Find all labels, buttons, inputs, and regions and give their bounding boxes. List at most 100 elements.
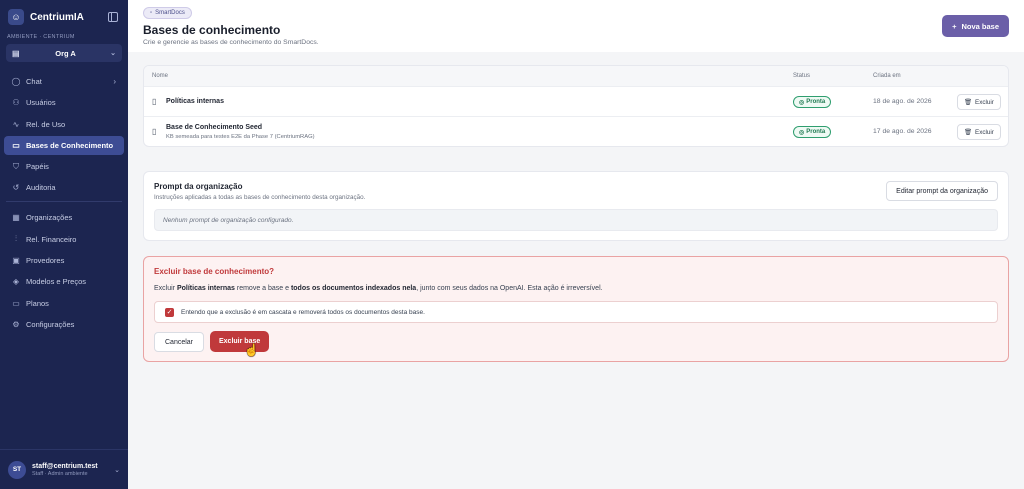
docs-icon: ▫ (150, 10, 153, 16)
breadcrumb-label: SmartDocs (155, 10, 185, 16)
column-created: Criada em (873, 73, 901, 79)
delete-confirm-text: Excluir Políticas internas remove a base… (154, 285, 603, 292)
sidebar-item-usu-rios[interactable]: ⚇ Usuários (4, 93, 124, 112)
sidebar: ☺ CentriumIA AMBIENTE · CENTRIUM ▤ Org A… (0, 0, 128, 489)
hand-cursor-icon: ☝ (244, 343, 259, 357)
page-header: ▫ SmartDocs Bases de conhecimento Crie e… (128, 0, 1024, 52)
history-icon: ↺ (12, 183, 20, 193)
sidebar-item-chat[interactable]: ◯ Chat › (4, 72, 124, 91)
sidebar-item-label: Bases de Conhecimento (26, 140, 114, 150)
kb-table: Nome Status Criada em ▯ Políticas intern… (143, 65, 1009, 147)
check-circle-icon: ◎ (799, 99, 805, 106)
sidebar-item-configura-es[interactable]: ⚙ Configurações (4, 315, 124, 334)
sidebar-item-label: Auditoria (26, 183, 56, 193)
chevron-down-icon: ⌄ (114, 466, 120, 474)
users-icon: ⚇ (12, 98, 20, 108)
org-prompt-card: Prompt da organização Instruções aplicad… (143, 171, 1009, 241)
sidebar-nav: ◯ Chat › ⚇ Usuários ∿ Rel. de Uso ▭ Bases de Con… (4, 72, 124, 336)
book-icon: ▯ (152, 97, 157, 106)
page-title: Bases de conhecimento (143, 23, 281, 37)
sidebar-item-auditoria[interactable]: ↺ Auditoria (4, 178, 124, 197)
org-prompt-subtitle: Instruções aplicadas a todas as bases de… (154, 194, 366, 201)
status-label: Pronta (806, 129, 826, 135)
table-row[interactable]: ▯ Base de Conhecimento Seed KB semeada p… (144, 117, 1008, 146)
cancel-button[interactable]: Cancelar (154, 332, 205, 352)
sidebar-item-modelos-e-pre-os[interactable]: ◈ Modelos e Preços (4, 272, 124, 291)
text-middle: remove a base e (234, 285, 291, 292)
sidebar-item-bases-de-conhecimento[interactable]: ▭ Bases de Conhecimento (4, 135, 124, 155)
breadcrumb-tag[interactable]: ▫ SmartDocs (143, 7, 192, 19)
delete-confirm-panel: Excluir base de conhecimento? Excluir Po… (143, 256, 1009, 362)
org-prompt-title: Prompt da organização (154, 182, 243, 191)
sidebar-item-label: Configurações (26, 319, 75, 329)
table-row[interactable]: ▯ Políticas internas ◎ Pronta 18 de ago. … (144, 87, 1008, 117)
sidebar-item-label: Modelos e Preços (26, 277, 87, 287)
card-icon: ▭ (12, 298, 20, 308)
user-role: Staff · Admin ambiente (32, 470, 88, 477)
created-date: 18 de ago. de 2026 (873, 98, 932, 105)
cpu-icon: ▣ (12, 256, 20, 266)
trash-icon: 🗑 (964, 129, 972, 136)
brand[interactable]: ☺ CentriumIA (8, 9, 84, 25)
chevron-updown-icon: ⌄ (110, 50, 116, 57)
sidebar-item-label: Provedores (26, 256, 65, 266)
user-menu[interactable]: ST staff@centrium.test Staff · Admin amb… (0, 449, 128, 489)
kb-description: KB semeada para testes E2E da Phase 7 (C… (166, 134, 315, 140)
confirm-delete-button[interactable]: Excluir base (210, 331, 270, 352)
brand-name: CentriumIA (30, 11, 84, 23)
sidebar-item-planos[interactable]: ▭ Planos (4, 294, 124, 313)
delete-label: Excluir (975, 128, 994, 136)
sidebar-item-label: Organizações (26, 213, 73, 223)
kb-name-bold: Políticas internas (176, 285, 235, 292)
text-prefix: Excluir (154, 285, 177, 292)
activity-icon: ∿ (12, 119, 20, 129)
created-date: 17 de ago. de 2026 (873, 128, 932, 135)
sidebar-item-rel-financeiro[interactable]: ⫶ Rel. Financeiro (4, 230, 124, 249)
sidebar-item-rel-de-uso[interactable]: ∿ Rel. de Uso (4, 115, 124, 134)
sidebar-item-organiza-es[interactable]: ▦ Organizações (4, 208, 124, 227)
status-label: Pronta (806, 99, 826, 105)
cascade-checkbox-label: Entendo que a exclusão é em cascata e re… (181, 308, 425, 316)
table-header: Nome Status Criada em (144, 66, 1008, 87)
settings-icon: ⚙ (12, 319, 20, 329)
text-bold: todos os documentos indexados nela (290, 285, 417, 292)
sidebar-item-label: Planos (26, 298, 49, 308)
plus-icon: + (952, 21, 957, 31)
sidebar-item-provedores[interactable]: ▣ Provedores (4, 251, 124, 270)
bar-chart-icon: ⫶ (15, 234, 17, 244)
sidebar-item-pap-is[interactable]: ⛉ Papéis (4, 157, 124, 176)
status-badge: ◎ Pronta (793, 96, 832, 108)
status-badge: ◎ Pronta (793, 126, 832, 138)
delete-label: Excluir (975, 98, 994, 106)
new-base-button[interactable]: + Nova base (942, 15, 1009, 37)
sidebar-toggle-icon[interactable] (108, 12, 118, 22)
layers-icon: ◈ (12, 277, 20, 287)
sidebar-item-label: Usuários (26, 98, 56, 108)
environment-label: AMBIENTE · CENTRIUM (7, 34, 75, 40)
delete-button[interactable]: 🗑 Excluir (957, 124, 1001, 140)
kb-name: Base de Conhecimento Seed (166, 124, 263, 131)
org-name: Org A (55, 48, 76, 58)
sidebar-divider (6, 201, 122, 203)
cascade-confirm-option[interactable]: ✓ Entendo que a exclusão é em cascata e … (154, 301, 998, 323)
sidebar-item-label: Papéis (26, 162, 49, 172)
delete-confirm-title: Excluir base de conhecimento? (154, 267, 275, 276)
delete-button[interactable]: 🗑 Excluir (957, 94, 1001, 110)
building-icon: ▦ (12, 213, 20, 223)
trash-icon: 🗑 (964, 99, 972, 106)
chevron-right-icon: › (113, 77, 116, 86)
avatar: ST (8, 460, 26, 479)
shield-icon: ⛉ (13, 161, 19, 171)
sidebar-item-label: Chat (26, 77, 42, 86)
edit-org-prompt-button[interactable]: Editar prompt da organização (886, 181, 998, 201)
book-icon: ▯ (152, 127, 157, 136)
sidebar-item-label: Rel. de Uso (26, 119, 66, 129)
user-email: staff@centrium.test (32, 462, 98, 470)
org-selector[interactable]: ▤ Org A ⌄ (6, 44, 122, 62)
kb-name: Políticas internas (166, 98, 224, 105)
column-name: Nome (152, 73, 169, 79)
building-icon: ▤ (12, 48, 20, 58)
bot-logo-icon: ☺ (8, 9, 24, 25)
chat-icon: ◯ (11, 77, 21, 86)
cascade-checkbox[interactable]: ✓ (165, 307, 174, 317)
